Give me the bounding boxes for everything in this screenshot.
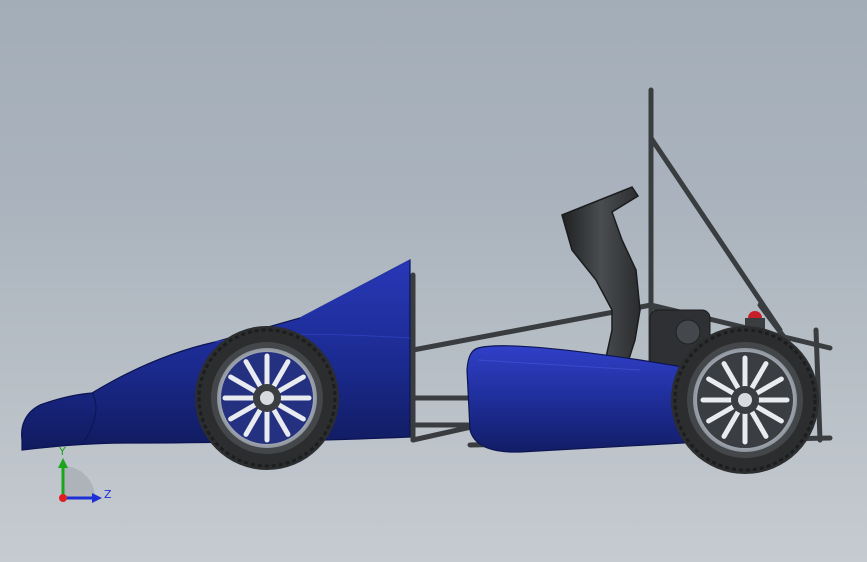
driver-seat — [561, 186, 641, 363]
rear-wheel — [671, 326, 819, 474]
front-wheel — [195, 326, 339, 470]
formula-car-model[interactable] — [0, 0, 867, 562]
graphics-viewport[interactable]: Y Z — [0, 0, 867, 562]
